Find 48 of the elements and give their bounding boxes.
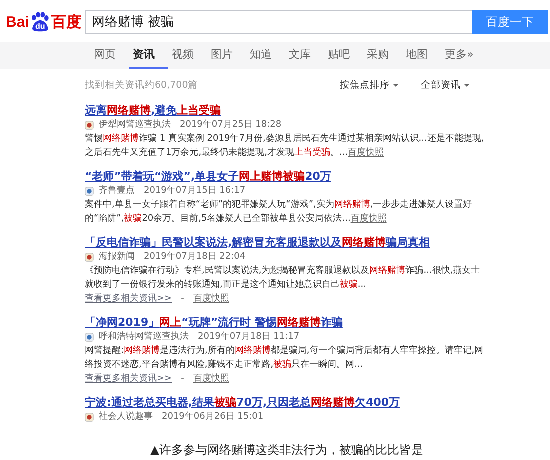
result-snippet: 《预防电信诈骗在行动》专栏,民警以案说法,为您揭秘冒充客服退款以及网络赌博诈骗...很快,燕女士就收到了一份银行发来的转账通知,而正是这个通知让她意识自己被骗... [85,264,482,292]
source-name: 伊犁网警巡查执法 [99,119,171,132]
tab[interactable]: 地图 [406,42,445,69]
source-name: 呼和浩特网警巡查执法 [99,331,189,344]
snapshot-link[interactable]: 百度快照 [348,148,384,158]
filter-dropdown[interactable]: 全部资讯 [421,78,470,92]
tab[interactable]: 更多» [445,42,484,69]
emblem-icon [85,333,94,342]
search-button[interactable]: 百度一下 [472,10,548,34]
caption: ▲许多参与网络赌博这类非法行为，被骗的比比皆是 [150,442,424,458]
publish-time: 2019年07月18日 22:04 [144,251,246,264]
caret-icon [464,84,470,86]
publish-time: 2019年07月25日 18:28 [180,119,282,132]
caret-icon [393,84,399,86]
tab[interactable]: 图片 [211,42,250,69]
logo-text: Bai [6,14,30,30]
source-name: 社会人说趣事 [99,411,153,424]
sort-dropdown[interactable]: 按焦点排序 [340,78,399,92]
result-snippet: 案件中,单县一女子跟着自称“老师”的犯罪嫌疑人玩“游戏”,实为网络赌博,一步步走进嫌疑人设置好的“陷阱”,被骗20余万。目前,5名嫌疑人已全部被单县公安局依法...百度快照 [85,198,474,226]
emblem-icon [85,413,94,422]
result-snippet: 警惕网络赌博诈骗 1 真实案例 2019年7月份,婺源县居民石先生通过某相亲网站认识...还是不能提现,之后石先生又充值了1万余元,最终仍未能提现,才发现上当受骗。...百度快照 [85,132,485,160]
emblem-icon [85,121,94,130]
result-title-link[interactable]: 「净网2019」网上“玩牌”流行时 警惕网络赌博诈骗 [85,315,485,330]
result-snippet: 网警提醒:网络赌博是违法行为,所有的网络赌博都是骗局,每一个骗局背后都有人牢牢操控。请牢记,网络投资不迷恋,平台赌博有风险,赚钱不走正常路,被骗只在一瞬间。网... [85,344,485,372]
source-name: 海报新闻 [99,251,135,264]
more-news-link[interactable]: 查看更多相关资讯>> [85,372,172,386]
search-field[interactable]: 网络赌博 被骗 [85,10,472,34]
tab[interactable]: 资讯 [129,42,168,69]
tab[interactable]: 贴吧 [328,42,367,69]
more-news-link[interactable]: 查看更多相关资讯>> [85,292,172,306]
tab[interactable]: 采购 [367,42,406,69]
snapshot-link[interactable]: 百度快照 [350,214,387,224]
separator-text: - [181,373,184,386]
publish-time: 2019年07月18日 11:17 [198,331,300,344]
publish-time: 2019年07月15日 16:17 [144,185,246,198]
tab[interactable]: 知道 [250,42,289,69]
paw-logo: du [29,12,52,32]
source-name: 齐鲁壹点 [99,185,135,198]
emblem-icon [85,253,94,262]
emblem-icon [85,187,94,196]
publish-time: 2019年06月26日 15:01 [162,411,264,424]
tab[interactable]: 文库 [289,42,328,69]
tab[interactable]: 视频 [172,42,211,69]
snapshot-link[interactable]: 百度快照 [193,292,230,306]
snapshot-link[interactable]: 百度快照 [193,372,230,386]
separator-text: - [181,293,184,306]
result-count: 找到相关资讯约60,700篇 [85,78,198,92]
logo-text: 百度 [51,12,82,32]
